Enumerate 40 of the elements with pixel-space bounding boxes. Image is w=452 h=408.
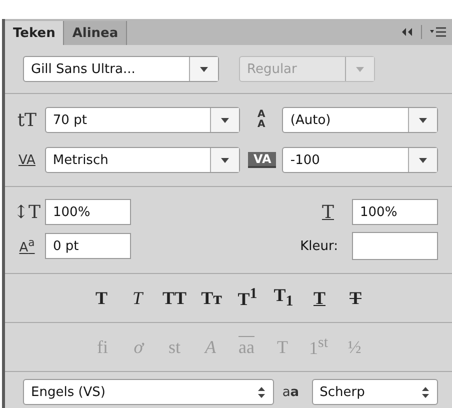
panel-tab[interactable]: Alinea bbox=[64, 21, 128, 45]
leading-icon: AA bbox=[254, 110, 268, 130]
caret-icon bbox=[221, 118, 230, 122]
baseline-shift-icon: A$^{a}$ bbox=[9, 236, 45, 256]
vertical-scale-field[interactable]: 100% bbox=[45, 199, 131, 225]
horizontal-scale-icon: T bbox=[310, 202, 346, 222]
text-style-button[interactable]: T bbox=[306, 288, 332, 308]
caret-icon bbox=[419, 118, 427, 122]
font-family-dropdown[interactable]: Gill Sans Ultra... bbox=[23, 56, 219, 82]
text-style-button[interactable]: Tт bbox=[198, 288, 224, 308]
text-style-button[interactable]: TT bbox=[160, 288, 188, 308]
tracking-icon: VA bbox=[248, 152, 276, 168]
caret-icon bbox=[356, 66, 364, 72]
tracking-field[interactable]: -100 bbox=[282, 147, 438, 173]
text-style-button[interactable]: T bbox=[88, 288, 114, 308]
text-style-button[interactable]: T$^{1}$ bbox=[234, 286, 260, 310]
collapse-icon[interactable] bbox=[401, 27, 413, 37]
baseline-shift-field[interactable]: 0 pt bbox=[45, 233, 131, 259]
up-down-icon bbox=[258, 386, 265, 398]
font-size-field[interactable]: 70 pt bbox=[44, 107, 240, 133]
font-size-icon: tT bbox=[9, 110, 45, 130]
caret-icon bbox=[419, 158, 427, 162]
horizontal-scale-field[interactable]: 100% bbox=[352, 199, 438, 225]
language-dropdown[interactable]: Engels (VS) bbox=[23, 379, 274, 405]
color-label: Kleur: bbox=[300, 238, 338, 254]
anti-aliasing-icon: aa bbox=[274, 384, 308, 400]
menu-icon[interactable] bbox=[430, 27, 446, 37]
vertical-scale-icon: ↕T bbox=[9, 202, 45, 222]
anti-aliasing-dropdown[interactable]: Scherp bbox=[312, 379, 438, 405]
panel-tab[interactable]: Teken bbox=[5, 21, 64, 45]
up-down-icon bbox=[422, 386, 429, 398]
leading-field[interactable]: (Auto) bbox=[282, 107, 438, 133]
kerning-field[interactable]: Metrisch bbox=[44, 147, 240, 173]
caret-icon bbox=[221, 158, 230, 162]
text-style-button[interactable]: T$_{1}$ bbox=[270, 285, 296, 311]
text-style-button[interactable]: T bbox=[342, 288, 368, 308]
caret-icon bbox=[200, 66, 208, 72]
text-style-button[interactable]: T bbox=[124, 288, 150, 308]
kerning-icon: VA bbox=[9, 152, 45, 168]
color-swatch[interactable] bbox=[352, 232, 438, 260]
